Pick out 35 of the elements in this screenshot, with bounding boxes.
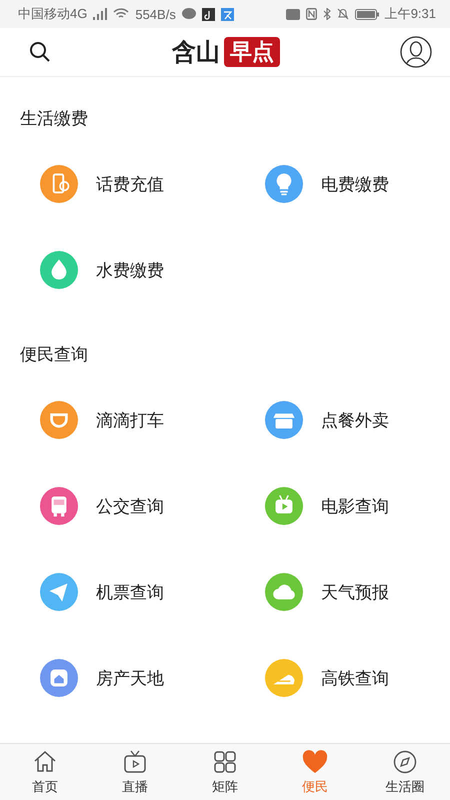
service-item[interactable]: 机票查询 bbox=[0, 549, 225, 635]
service-item[interactable]: 话费充值 bbox=[0, 141, 225, 227]
bluetooth-icon bbox=[322, 8, 331, 20]
service-item[interactable]: 水费缴费 bbox=[0, 227, 225, 313]
tab[interactable]: 直播 bbox=[90, 744, 180, 800]
section-title: 便民查询 bbox=[19, 344, 89, 365]
section-title: 生活缴费 bbox=[19, 108, 89, 129]
bell-off-icon bbox=[336, 8, 349, 20]
tab[interactable]: 矩阵 bbox=[180, 744, 270, 800]
heart-icon bbox=[301, 748, 329, 776]
search-icon[interactable] bbox=[28, 40, 52, 64]
service-item[interactable]: 天气预报 bbox=[225, 549, 450, 635]
tab[interactable]: 首页 bbox=[0, 744, 90, 800]
chat-icon bbox=[182, 8, 196, 20]
user-avatar-icon[interactable] bbox=[400, 36, 432, 68]
compass-icon bbox=[391, 748, 419, 776]
carrier-text: 中国移动4G bbox=[18, 5, 88, 23]
service-item[interactable]: 高铁查询 bbox=[225, 635, 450, 721]
network-speed: 554B/s bbox=[135, 6, 176, 22]
signal-icon bbox=[93, 8, 108, 20]
service-item[interactable]: 点餐外卖 bbox=[225, 377, 450, 463]
app-icon bbox=[202, 8, 215, 20]
service-item[interactable]: 电费缴费 bbox=[225, 141, 450, 227]
service-item[interactable]: 公交查询 bbox=[0, 463, 225, 549]
clock-text: 上午9:31 bbox=[384, 5, 436, 23]
wifi-icon bbox=[113, 8, 130, 20]
app-icon bbox=[220, 8, 234, 20]
service-item[interactable]: 房产天地 bbox=[0, 635, 225, 721]
logo-badge: 早点 bbox=[224, 37, 280, 67]
battery-icon bbox=[354, 8, 379, 20]
service-item[interactable]: 滴滴打车 bbox=[0, 377, 225, 463]
tab[interactable]: 生活圈 bbox=[360, 744, 450, 800]
logo-text: 含山 bbox=[172, 36, 220, 68]
nfc-icon bbox=[306, 8, 317, 20]
service-item[interactable]: 电影查询 bbox=[225, 463, 450, 549]
